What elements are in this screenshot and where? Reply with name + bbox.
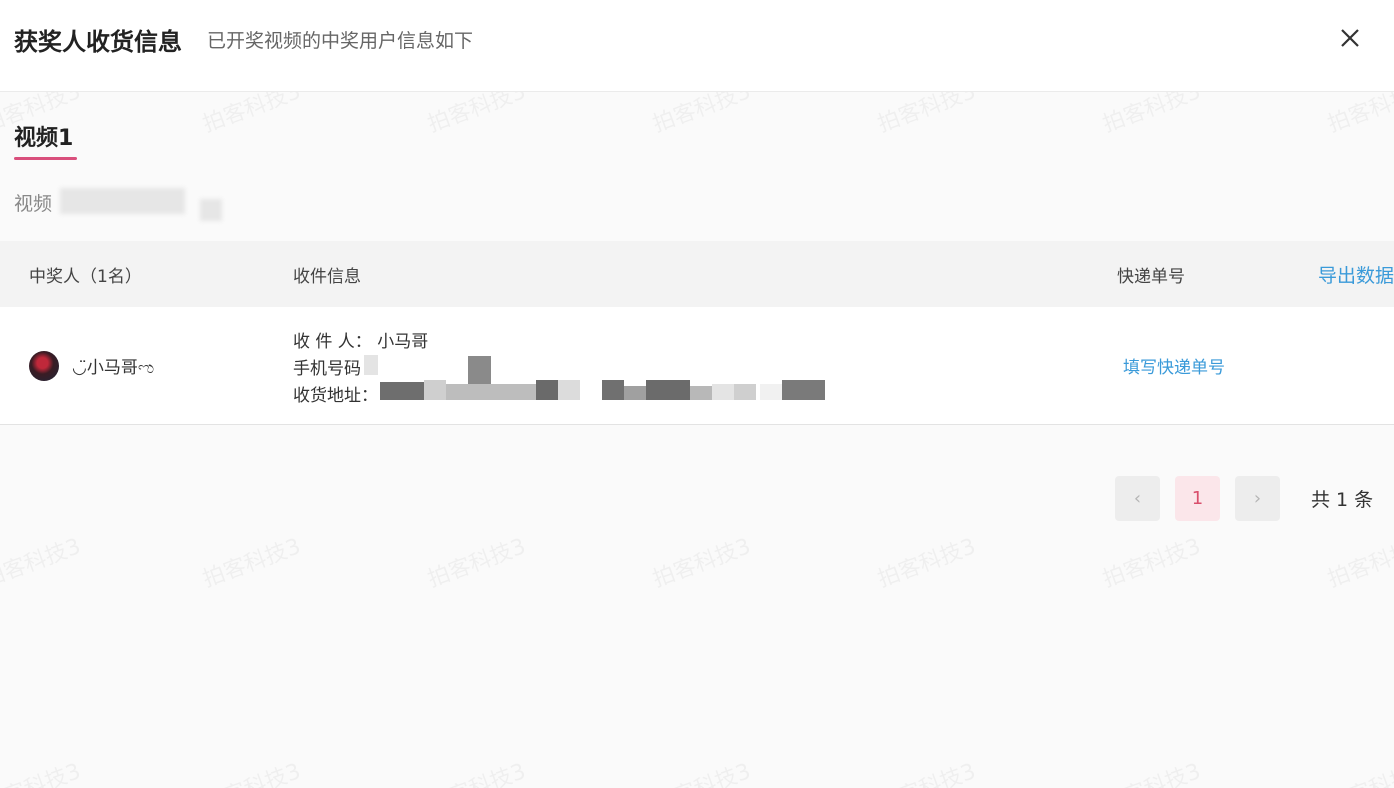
tab-video-1[interactable]: 视频1 xyxy=(14,120,73,152)
chevron-left-icon: ‹ xyxy=(1133,488,1142,509)
avatar xyxy=(29,351,59,381)
column-header-winner: 中奖人（1名） xyxy=(29,267,142,287)
watermark-text: 拍客科技3 xyxy=(648,754,755,788)
redacted-video-title xyxy=(60,188,185,214)
watermark-text: 拍客科技3 xyxy=(1098,529,1205,594)
redacted-phone-number xyxy=(364,355,378,375)
watermark-text: 拍客科技3 xyxy=(423,529,530,594)
dialog-title: 获奖人收货信息 xyxy=(14,28,182,56)
fill-tracking-number-link[interactable]: 填写快递单号 xyxy=(1123,353,1225,378)
watermark-text: 拍客科技3 xyxy=(873,529,980,594)
column-header-tracking-number: 快递单号 xyxy=(1117,267,1185,287)
redacted-video-title-extra xyxy=(200,199,222,221)
column-header-shipping-info: 收件信息 xyxy=(293,267,361,287)
close-button[interactable] xyxy=(1336,24,1364,52)
tab-active-indicator xyxy=(14,157,77,160)
watermark-text: 拍客科技3 xyxy=(423,754,530,788)
pagination-next-button[interactable]: › xyxy=(1235,476,1280,521)
pagination-total: 共 1 条 xyxy=(1311,489,1374,511)
watermark-text: 拍客科技3 xyxy=(1323,754,1394,788)
winner-nickname: ◡̈小马哥ಌ xyxy=(72,358,155,378)
watermark-text: 拍客科技3 xyxy=(198,754,305,788)
close-icon xyxy=(1341,29,1359,47)
address-label: 收货地址： xyxy=(293,386,378,406)
watermark-text: 拍客科技3 xyxy=(873,754,980,788)
dialog-subtitle: 已开奖视频的中奖用户信息如下 xyxy=(207,30,474,52)
redacted-address xyxy=(380,380,825,400)
export-data-link[interactable]: 导出数据 xyxy=(1318,261,1394,288)
watermark-text: 拍客科技3 xyxy=(0,529,84,594)
chevron-right-icon: › xyxy=(1253,488,1262,509)
watermark-text: 拍客科技3 xyxy=(648,529,755,594)
phone-label: 手机号码 xyxy=(293,359,361,379)
watermark-text: 拍客科技3 xyxy=(1098,754,1205,788)
video-title-label: 视频 xyxy=(14,193,53,215)
recipient-line: 收 件 人： 小马哥 xyxy=(293,332,429,352)
watermark-text: 拍客科技3 xyxy=(0,754,84,788)
watermark-text: 拍客科技3 xyxy=(198,529,305,594)
watermark-text: 拍客科技3 xyxy=(1323,529,1394,594)
pagination-prev-button[interactable]: ‹ xyxy=(1115,476,1160,521)
pagination-page-1[interactable]: 1 xyxy=(1175,476,1220,521)
